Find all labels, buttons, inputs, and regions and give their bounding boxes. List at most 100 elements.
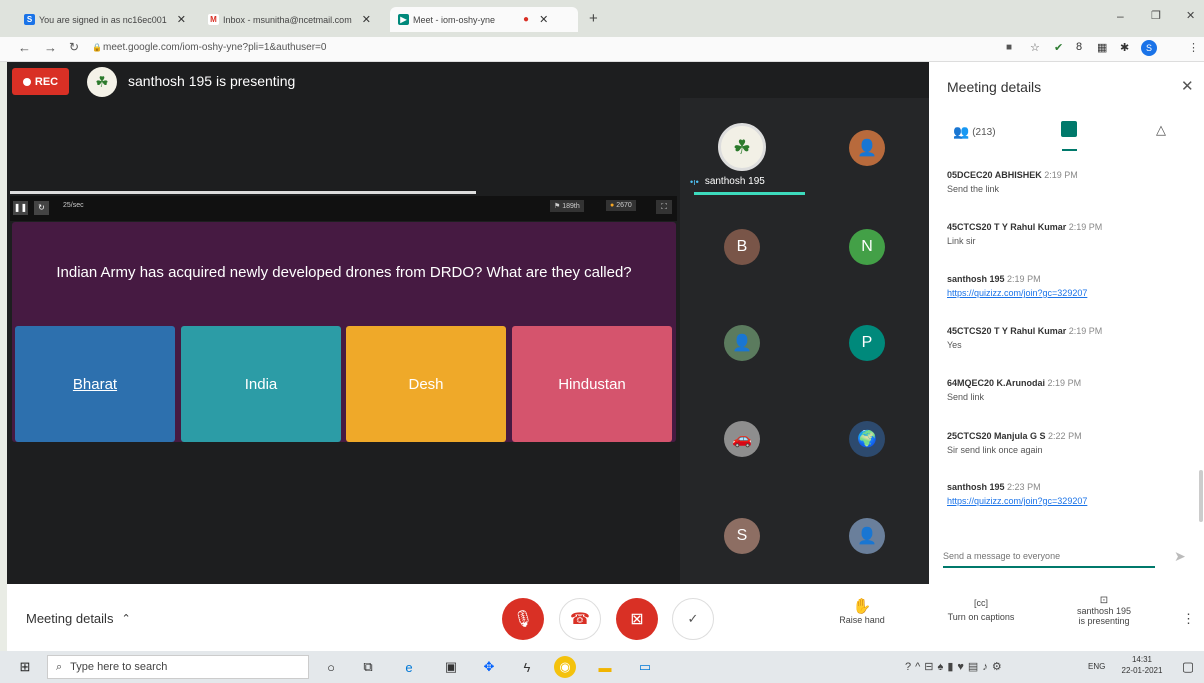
score-value: 2670	[616, 202, 632, 209]
rank-badge: ⚑ 189th	[550, 200, 584, 212]
message-text: Send the link	[947, 184, 1000, 194]
close-icon[interactable]: ✕	[362, 13, 371, 26]
edge-icon[interactable]: e	[398, 656, 420, 678]
check-extension-icon[interactable]: ✔	[1054, 41, 1063, 54]
quiz-question: Indian Army has acquired newly developed…	[56, 264, 632, 281]
chrome-icon[interactable]: ◉	[554, 656, 576, 678]
window-close-icon[interactable]: ✕	[1186, 9, 1195, 22]
reload-icon[interactable]: ↻	[69, 40, 79, 54]
tab-label: Inbox - msunitha@ncetmail.com	[223, 14, 352, 25]
check-button[interactable]: ✓	[672, 598, 714, 640]
back-icon[interactable]: ←	[18, 40, 31, 55]
message-link[interactable]: https://quizizz.com/join?gc=329207	[947, 288, 1197, 298]
tab-inbox[interactable]: M Inbox - msunitha@ncetmail.com ✕	[208, 7, 386, 32]
tab-signed-in[interactable]: S You are signed in as nc16ec001 ✕	[24, 7, 196, 32]
option-hindustan[interactable]: Hindustan	[512, 326, 672, 442]
panel-close-icon[interactable]: ✕	[1181, 77, 1194, 95]
system-tray-icons[interactable]: ?^⊟♠▮♥▤♪⚙	[905, 660, 1006, 673]
send-icon[interactable]: ➤	[1174, 548, 1186, 565]
screen-app-icon[interactable]: ▭	[634, 656, 656, 678]
profile-avatar-icon[interactable]: S	[1141, 40, 1157, 56]
hang-up-icon: ☎	[570, 611, 590, 628]
message-sender: santhosh 195 2:23 PM	[947, 482, 1197, 492]
sender-name: 64MQEC20 K.Arunodai	[947, 378, 1046, 388]
raise-hand-button[interactable]: ✋ Raise hand	[832, 597, 892, 625]
panel-title: Meeting details	[947, 79, 1042, 95]
option-bharat[interactable]: Bharat	[15, 326, 175, 442]
people-tab[interactable]: 👥 (213)	[953, 124, 996, 140]
dropbox-icon[interactable]: ✥	[478, 656, 500, 678]
mic-off-button[interactable]: 🎙	[502, 598, 544, 640]
participant-avatar[interactable]: 👤	[724, 325, 760, 361]
message-link[interactable]: https://quizizz.com/join?gc=329207	[947, 496, 1197, 506]
chat-message: 45CTCS20 T Y Rahul Kumar 2:19 PM Yes	[947, 326, 1197, 350]
refresh-icon[interactable]: ↻	[34, 201, 49, 215]
message-time: 2:22 PM	[1048, 431, 1082, 441]
chat-message: santhosh 195 2:23 PM https://quizizz.com…	[947, 482, 1197, 506]
chat-scrollbar[interactable]	[1199, 470, 1203, 522]
camera-off-button[interactable]: ⊠	[616, 598, 658, 640]
close-icon[interactable]: ✕	[177, 13, 186, 26]
chevron-up-icon: ⌃	[121, 613, 131, 625]
presenter-avatar: ☘	[87, 67, 117, 97]
participant-avatar[interactable]: S	[724, 518, 760, 554]
language-indicator[interactable]: ENG	[1088, 662, 1105, 671]
chat-message: 05DCEC20 ABHISHEK 2:19 PM Send the link	[947, 170, 1197, 194]
sender-name: 45CTCS20 T Y Rahul Kumar	[947, 222, 1067, 232]
taskbar-search-box[interactable]: ⌕ Type here to search	[47, 655, 309, 679]
new-tab-icon[interactable]: +	[589, 10, 598, 27]
participant-avatar[interactable]: 👤	[849, 130, 885, 166]
minimize-icon[interactable]: –	[1117, 9, 1124, 23]
rank-value: 189th	[562, 203, 580, 210]
hand-icon: ✋	[852, 598, 872, 615]
participant-avatar[interactable]: 👤	[849, 518, 885, 554]
lock-icon: 🔒	[92, 43, 102, 52]
participant-avatar[interactable]: 🌍	[849, 421, 885, 457]
star-icon[interactable]: ☆	[1030, 41, 1040, 54]
close-icon[interactable]: ✕	[539, 13, 548, 26]
menu-dots-icon[interactable]: ⋮	[1188, 41, 1199, 54]
restore-icon[interactable]: ❐	[1151, 9, 1161, 22]
winamp-icon[interactable]: ϟ	[516, 656, 538, 678]
notifications-icon[interactable]: ▢	[1177, 656, 1199, 678]
cortana-icon[interactable]: ○	[320, 656, 342, 678]
forward-icon[interactable]: →	[44, 40, 57, 55]
chat-tab-icon[interactable]	[1061, 121, 1077, 137]
pause-icon[interactable]: ❚❚	[13, 201, 28, 215]
option-desh[interactable]: Desh	[346, 326, 506, 442]
captions-button[interactable]: [cc] Turn on captions	[936, 598, 1026, 622]
fullscreen-icon[interactable]: ⛶	[656, 200, 672, 214]
taskbar-clock[interactable]: 14:31 22-01-2021	[1117, 655, 1167, 675]
presenter-tile-avatar[interactable]: ☘	[718, 123, 766, 171]
audio-level-icon: •ı•	[690, 176, 699, 187]
participant-avatar[interactable]: N	[849, 229, 885, 265]
puzzle-icon[interactable]: ✱	[1120, 41, 1129, 54]
participant-avatar[interactable]: P	[849, 325, 885, 361]
camera-icon[interactable]: ■	[1006, 42, 1012, 53]
presenting-button[interactable]: ⊡ santhosh 195 is presenting	[1064, 595, 1144, 626]
task-view-icon[interactable]: ⧉	[357, 656, 379, 678]
meeting-details-toggle[interactable]: Meeting details ⌃	[26, 611, 131, 626]
score-badge: ● 2670	[606, 200, 636, 211]
message-time: 2:19 PM	[1068, 222, 1103, 232]
url-input[interactable]: meet.google.com/iom-oshy-yne?pli=1&authu…	[103, 42, 326, 53]
mic-off-icon: 🎙	[512, 611, 534, 628]
file-explorer-icon[interactable]: ▬	[594, 656, 616, 678]
tab-label: You are signed in as nc16ec001	[39, 14, 167, 25]
grid-extension-icon[interactable]: ▦	[1097, 41, 1107, 54]
participant-avatar[interactable]: 🚗	[724, 421, 760, 457]
participant-avatar[interactable]: B	[724, 229, 760, 265]
message-text: Sir send link once again	[947, 445, 1043, 455]
tab-label: Meet - iom-oshy-yne	[413, 14, 496, 25]
leave-call-button[interactable]: ☎	[559, 598, 601, 640]
store-icon[interactable]: ▣	[440, 656, 462, 678]
activities-icon[interactable]: △	[1156, 122, 1166, 138]
windows-start-icon[interactable]: ⊞	[14, 656, 36, 678]
message-sender: 45CTCS20 T Y Rahul Kumar 2:19 PM	[947, 326, 1197, 336]
more-options-icon[interactable]: ⋮	[1182, 611, 1195, 627]
message-time: 2:19 PM	[1007, 274, 1041, 284]
option-india[interactable]: India	[181, 326, 341, 442]
tab-meet[interactable]: ▶ Meet - iom-oshy-yne ● ✕	[390, 7, 578, 32]
chat-message-input[interactable]	[943, 546, 1155, 568]
extension-icon[interactable]: 8	[1076, 41, 1082, 53]
